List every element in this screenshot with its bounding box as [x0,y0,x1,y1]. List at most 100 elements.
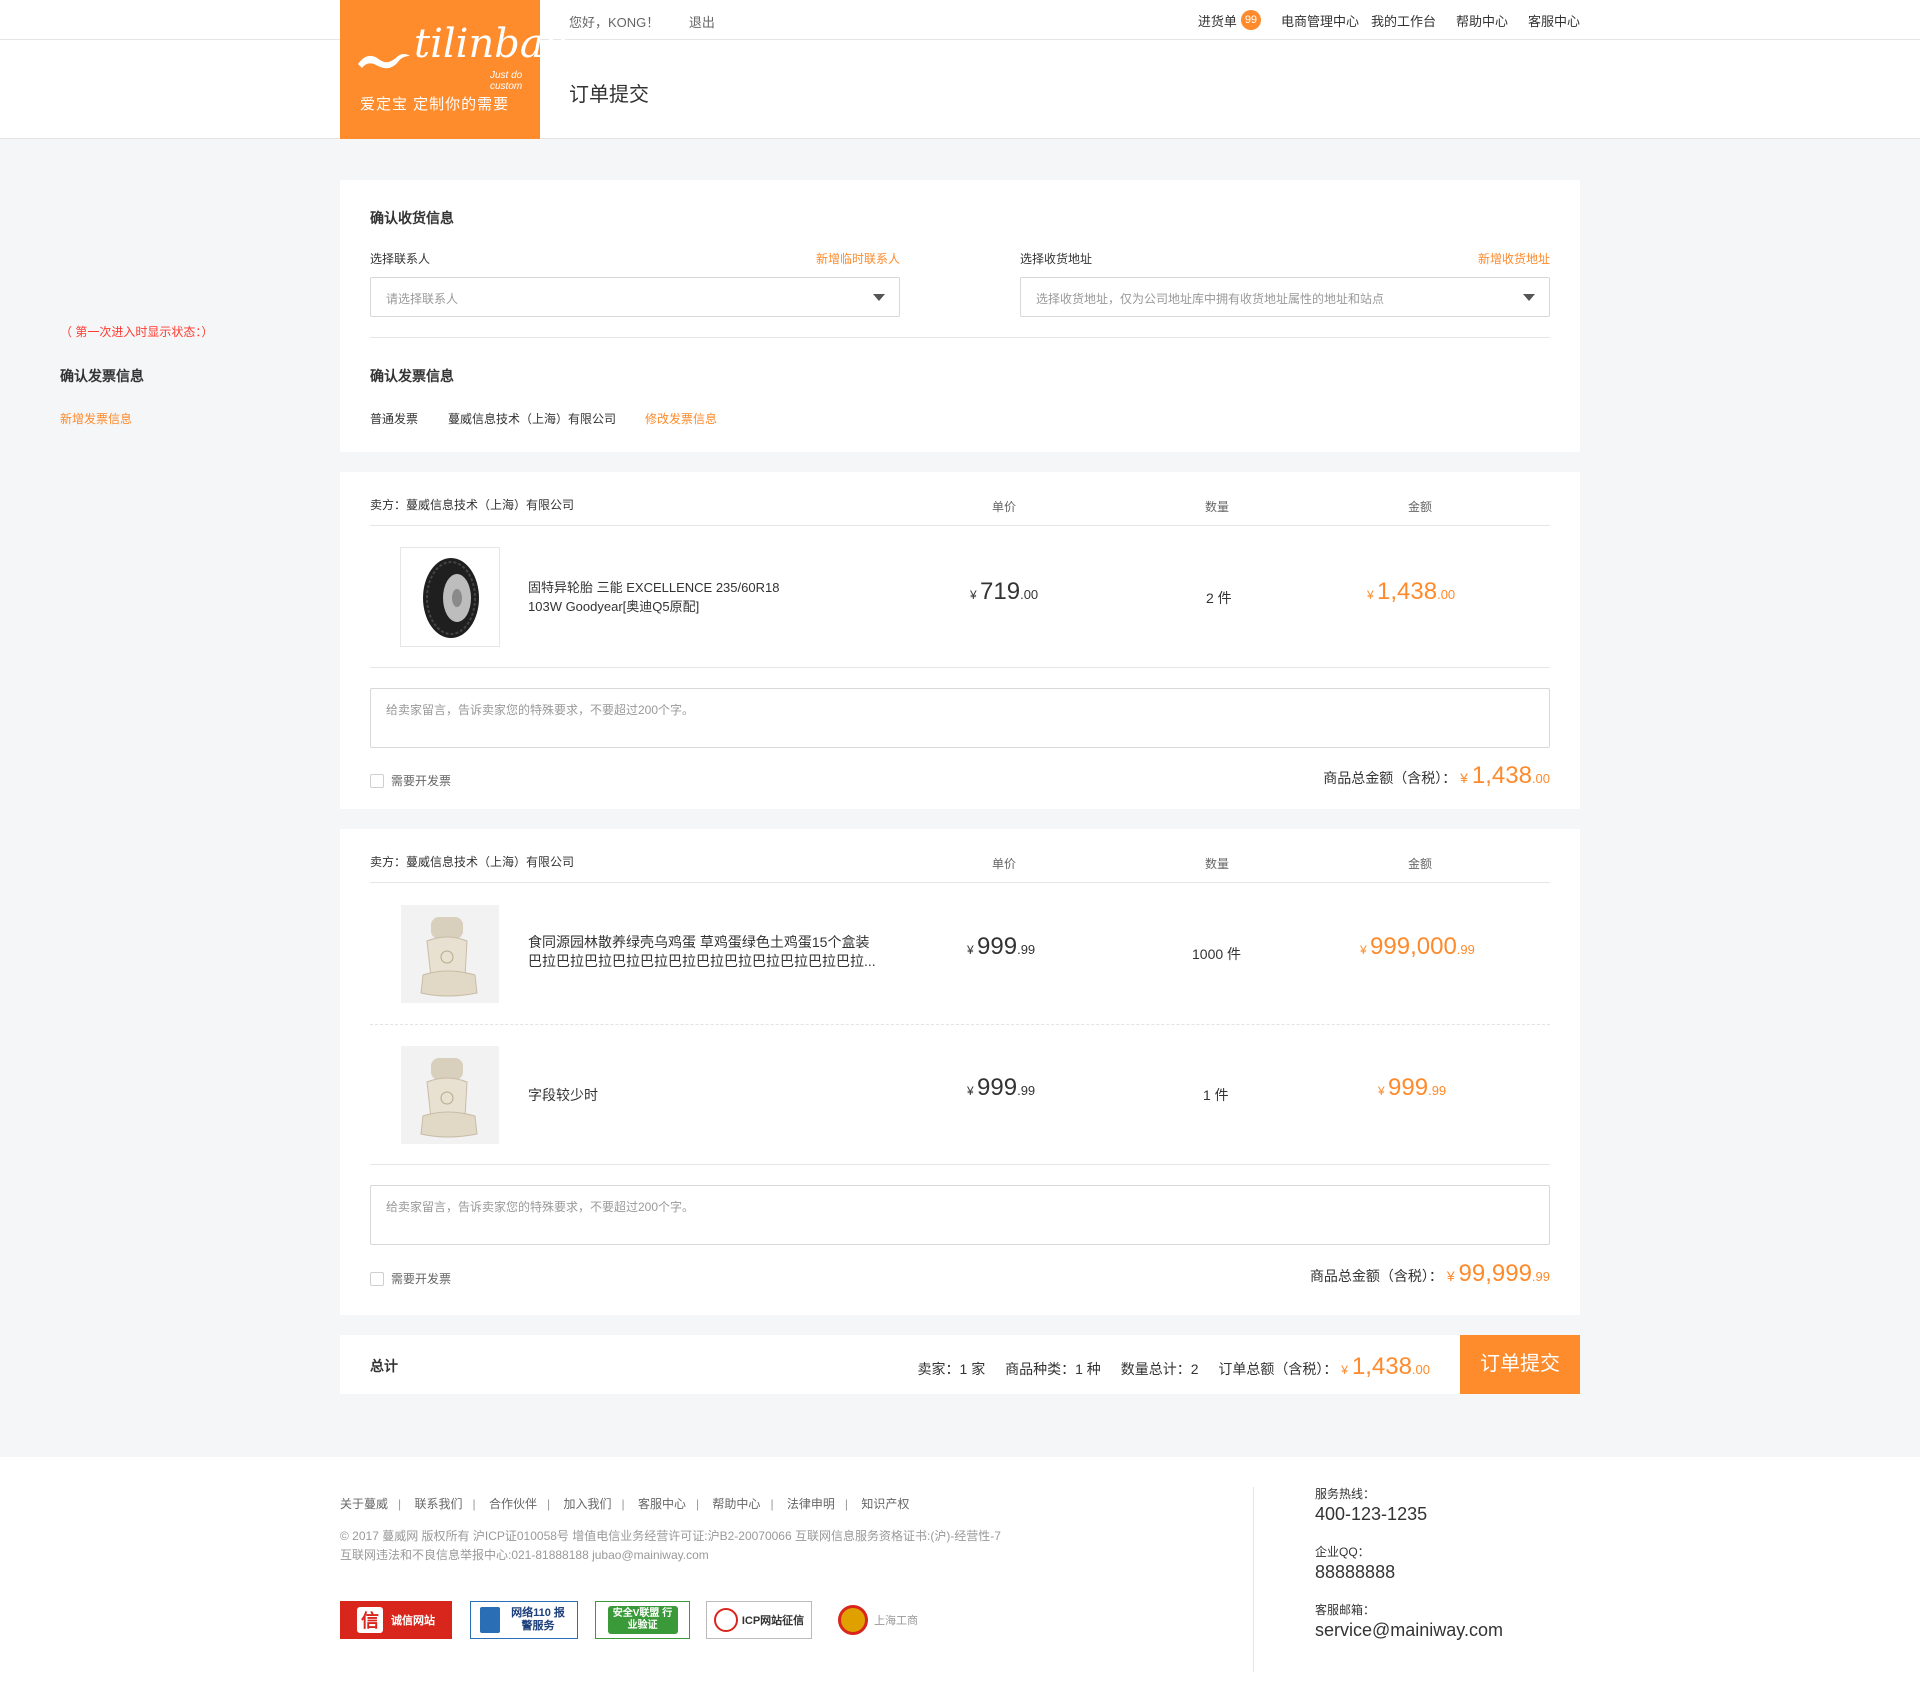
seller-message-input[interactable]: 给卖家留言，告诉卖家您的特殊要求，不要超过200个字。 [370,1185,1550,1245]
total-integer: 1,438 [1351,1353,1412,1380]
seller-name: 卖方：蔓威信息技术（上海）有限公司 [370,855,575,869]
checkbox-label: 需要开发票 [391,1272,452,1286]
title-bar: 订单提交 [0,40,1920,139]
separator: | [398,1497,402,1511]
footer: 关于蔓威 | 联系我们 | 合作伙伴 | 加入我们 | 客服中心 | 帮助中心 | 法律申明… [0,1457,1920,1687]
page-title: 订单提交 [569,84,649,106]
col-header-amount: 金额 [1408,857,1433,871]
trust-badge-110[interactable]: 网络110 报警服务 [470,1601,578,1639]
divider [370,337,1550,338]
site-logo[interactable]: tilinbao Just do custom 爱定宝 定制你的需要 [340,0,568,139]
add-temp-contact-link[interactable]: 新增临时联系人 [816,250,900,267]
product-name-line1: 食同源园林散养绿壳乌鸡蛋 草鸡蛋绿色土鸡蛋15个盒装 [528,934,870,950]
greeting-text: 您好，KONG！ [569,15,660,30]
quantity: 2 件 [1206,590,1232,606]
trust-badge-chengxin[interactable]: 信 诚信网站 [340,1601,452,1639]
address-select-placeholder: 选择收货地址，仅为公司地址库中拥有收货地址属性的地址和站点 [1036,292,1385,306]
badge-label: 上海工商 [874,1615,918,1627]
total-decimal: .00 [1411,1362,1430,1377]
need-invoice-checkbox[interactable]: 需要开发票 [370,1270,451,1287]
product-name[interactable]: 固特异轮胎 三能 EXCELLENCE 235/60R18 103W Goody… [528,578,779,616]
contact-select[interactable]: 请选择联系人 [370,277,900,317]
col-header-qty: 数量 [1205,857,1230,871]
edit-invoice-link[interactable]: 修改发票信息 [645,410,717,427]
summary-total-amount: ¥ 1,438.00 [1341,1353,1430,1380]
footer-link[interactable]: 客服中心 [638,1497,686,1511]
product-name[interactable]: 食同源园林散养绿壳乌鸡蛋 草鸡蛋绿色土鸡蛋15个盒装 巴拉巴拉巴拉巴拉巴拉巴拉巴… [528,933,876,971]
footer-link[interactable]: 联系我们 [414,1497,462,1511]
footer-link[interactable]: 关于蔓威 [340,1497,388,1511]
col-header-amount: 金额 [1408,500,1433,514]
invoice-section-title: 确认发票信息 [370,368,454,384]
logout-link[interactable]: 退出 [689,15,715,30]
trust-badge-anquan[interactable]: 安全V联盟 行业验证 [595,1601,690,1639]
trust-badge-gongshang[interactable]: 上海工商 [832,1601,924,1639]
price-integer: 999 [977,933,1018,960]
logo-tagline: Just do custom [490,70,523,92]
purchase-list-link[interactable]: 进货单 99 [1198,10,1261,30]
item-separator [370,1024,1550,1025]
currency-symbol: ¥ [1360,943,1367,957]
invoice-hint-title: 确认发票信息 [60,368,144,384]
footer-link[interactable]: 帮助中心 [712,1497,760,1511]
footer-link[interactable]: 合作伙伴 [489,1497,537,1511]
amount-integer: 999 [1388,1074,1429,1101]
copyright-text: © 2017 蔓威网 版权所有 沪ICP证010058号 增值电信业务经营许可证… [340,1529,1001,1543]
product-name-line1: 固特异轮胎 三能 EXCELLENCE 235/60R18 [528,580,780,595]
footer-link[interactable]: 法律申明 [787,1497,835,1511]
qq-label: 企业QQ： [1315,1545,1370,1559]
emblem-icon [838,1605,868,1635]
email-label: 客服邮箱： [1315,1603,1376,1617]
top-bar: 您好，KONG！ 退出 进货单 99 电商管理中心 我的工作台 帮助中心 客服中… [0,0,1920,40]
checkbox-label: 需要开发票 [391,774,452,788]
trust-badge-icp[interactable]: ICP网站征信 [706,1601,812,1639]
need-invoice-checkbox[interactable]: 需要开发票 [370,772,451,789]
service-center-link[interactable]: 客服中心 [1528,11,1580,30]
summary-bar: 总计 卖家：1 家 商品种类：1 种 数量总计：2 订单总额（含税）： ¥ 1,… [340,1335,1580,1394]
summary-sellers: 卖家：1 家 [917,1361,986,1377]
ecommerce-center-link[interactable]: 电商管理中心 [1281,11,1359,30]
product-name[interactable]: 字段较少时 [528,1086,598,1105]
help-center-link[interactable]: 帮助中心 [1456,11,1508,30]
product-image-tire[interactable] [400,547,500,647]
line-amount: ¥ 999,000.99 [1360,933,1475,961]
divider [370,882,1550,883]
col-header-price: 单价 [992,857,1017,871]
shipping-section-title: 确认收货信息 [370,210,454,226]
product-image-seat[interactable] [400,1045,500,1145]
price-decimal: .99 [1017,942,1036,957]
price-integer: 999 [977,1074,1018,1101]
footer-divider [1253,1487,1254,1672]
footer-link[interactable]: 加入我们 [563,1497,611,1511]
email-value[interactable]: service@mainiway.com [1315,1620,1503,1641]
footer-links: 关于蔓威 | 联系我们 | 合作伙伴 | 加入我们 | 客服中心 | 帮助中心 | 法律申明… [340,1495,909,1512]
add-invoice-link[interactable]: 新增发票信息 [60,410,132,427]
price-integer: 719 [980,578,1021,605]
footer-link[interactable]: 知识产权 [861,1497,909,1511]
unit-price: ¥ 719.00 [970,578,1038,606]
workbench-link[interactable]: 我的工作台 [1371,11,1436,30]
add-address-link[interactable]: 新增收货地址 [1478,250,1550,267]
separator: | [621,1497,625,1511]
product-image-seat[interactable] [400,904,500,1004]
icp-seal-icon [713,1608,738,1632]
chengxin-logo-icon: 信 [357,1607,383,1633]
unit-price: ¥ 999.99 [967,1074,1035,1102]
invoice-company: 蔓威信息技术（上海）有限公司 [448,412,617,426]
currency-symbol: ¥ [1460,770,1468,786]
address-select[interactable]: 选择收货地址，仅为公司地址库中拥有收货地址属性的地址和站点 [1020,277,1550,317]
line-amount: ¥ 1,438.00 [1367,578,1455,606]
currency-symbol: ¥ [1378,1084,1385,1098]
invoice-type: 普通发票 [370,412,419,426]
first-visit-note: （ 第一次进入时显示状态：） [60,325,214,339]
price-decimal: .00 [1020,587,1039,602]
divider [370,667,1550,668]
seller-message-input[interactable]: 给卖家留言，告诉卖家您的特殊要求，不要超过200个字。 [370,688,1550,748]
submit-order-button[interactable]: 订单提交 [1460,1335,1580,1394]
contact-select-placeholder: 请选择联系人 [386,292,459,306]
col-header-price: 单价 [992,500,1017,514]
total-decimal: .99 [1531,1269,1550,1284]
price-decimal: .99 [1017,1083,1036,1098]
badge-label: 诚信网站 [391,1615,435,1627]
top-nav: 进货单 99 电商管理中心 我的工作台 帮助中心 客服中心 [1198,10,1580,30]
